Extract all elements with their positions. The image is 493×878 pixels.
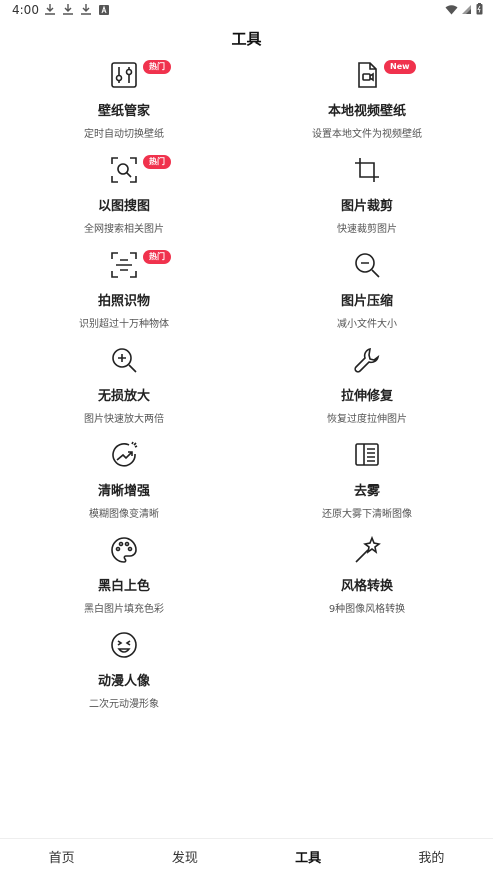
download-icon [63,4,73,15]
tool-desc: 全网搜索相关图片 [84,224,164,235]
tool-name: 拉伸修复 [340,389,393,404]
wallpaper-manager-icon [111,62,137,88]
page-title: 工具 [231,30,262,48]
tool-style-transfer[interactable]: 风格转换 9种图像风格转换 [267,535,467,625]
tool-name: 清晰增强 [97,484,150,499]
tool-name: 本地视频壁纸 [327,104,406,119]
tool-dehaze[interactable]: 去雾 还原大雾下清晰图像 [267,440,467,530]
new-badge: New [384,60,416,74]
tool-desc: 图片快速放大两倍 [84,414,164,425]
status-time: 4:00 [12,3,39,17]
tool-name: 风格转换 [340,579,393,594]
tool-wallpaper-manager[interactable]: 热门 壁纸管家 定时自动切换壁纸 [24,60,224,150]
tool-image-crop[interactable]: 图片裁剪 快速裁剪图片 [267,155,467,245]
tool-lossless-upscale[interactable]: 无损放大 图片快速放大两倍 [24,345,224,435]
nav-mine[interactable]: 我的 [370,839,493,878]
tool-name: 动漫人像 [97,674,150,689]
tool-desc: 设置本地文件为视频壁纸 [312,129,422,140]
nav-home[interactable]: 首页 [0,839,123,878]
tool-clarity-enhance[interactable]: 清晰增强 模糊图像变清晰 [24,440,224,530]
tool-desc: 还原大雾下清晰图像 [322,509,412,520]
notification-icons [44,3,110,16]
tool-stretch-fix[interactable]: 拉伸修复 恢复过度拉伸图片 [267,345,467,435]
tool-name: 拍照识物 [97,294,150,309]
hot-badge: 热门 [143,250,171,264]
zoom-in-icon [112,348,137,373]
download-icon [81,4,91,15]
tool-name: 图片压缩 [340,294,393,309]
system-status-icons [445,3,483,15]
tool-desc: 恢复过度拉伸图片 [327,414,407,425]
tool-image-compress[interactable]: 图片压缩 减小文件大小 [267,250,467,340]
palette-icon [111,537,137,563]
tool-desc: 模糊图像变清晰 [89,509,159,520]
tool-name: 黑白上色 [97,579,150,594]
zoom-out-icon [355,253,380,278]
tool-name: 壁纸管家 [97,104,150,119]
tool-anime-portrait[interactable]: 动漫人像 二次元动漫形象 [24,630,224,720]
tool-desc: 识别超过十万种物体 [79,319,169,330]
battery-icon [476,3,483,15]
status-bar: 4:00 [0,0,493,20]
magic-wand-icon [355,535,381,563]
download-icon [45,4,55,15]
tool-photo-recognize[interactable]: 热门 拍照识物 识别超过十万种物体 [24,250,224,340]
tool-desc: 二次元动漫形象 [89,699,159,710]
video-file-icon [358,62,377,88]
hot-badge: 热门 [143,155,171,169]
tool-desc: 快速裁剪图片 [337,224,397,235]
enhance-icon [112,441,138,467]
tool-desc: 减小文件大小 [337,319,397,330]
app-notification-icon [99,5,109,15]
tool-image-search[interactable]: 热门 以图搜图 全网搜索相关图片 [24,155,224,245]
tool-name: 去雾 [353,484,380,499]
tool-colorize[interactable]: 黑白上色 黑白图片填充色彩 [24,535,224,625]
wrench-icon [354,347,380,373]
tool-local-video-wallpaper[interactable]: New 本地视频壁纸 设置本地文件为视频壁纸 [267,60,467,150]
hot-badge: 热门 [143,60,171,74]
tool-name: 图片裁剪 [340,199,393,214]
anime-face-icon [111,632,137,658]
wifi-icon [445,4,458,14]
nav-discover[interactable]: 发现 [123,839,246,878]
tool-desc: 黑白图片填充色彩 [84,604,164,615]
crop-icon [355,158,379,182]
image-search-icon [111,157,137,183]
tool-desc: 9种图像风格转换 [328,604,406,615]
tool-name: 无损放大 [97,389,150,404]
dehaze-icon [355,443,379,466]
signal-icon [462,4,471,14]
tool-name: 以图搜图 [97,199,150,214]
tool-desc: 定时自动切换壁纸 [84,129,164,140]
bottom-nav: 首页 发现 工具 我的 [0,838,493,878]
scan-object-icon [111,252,137,278]
nav-tools[interactable]: 工具 [247,839,370,878]
